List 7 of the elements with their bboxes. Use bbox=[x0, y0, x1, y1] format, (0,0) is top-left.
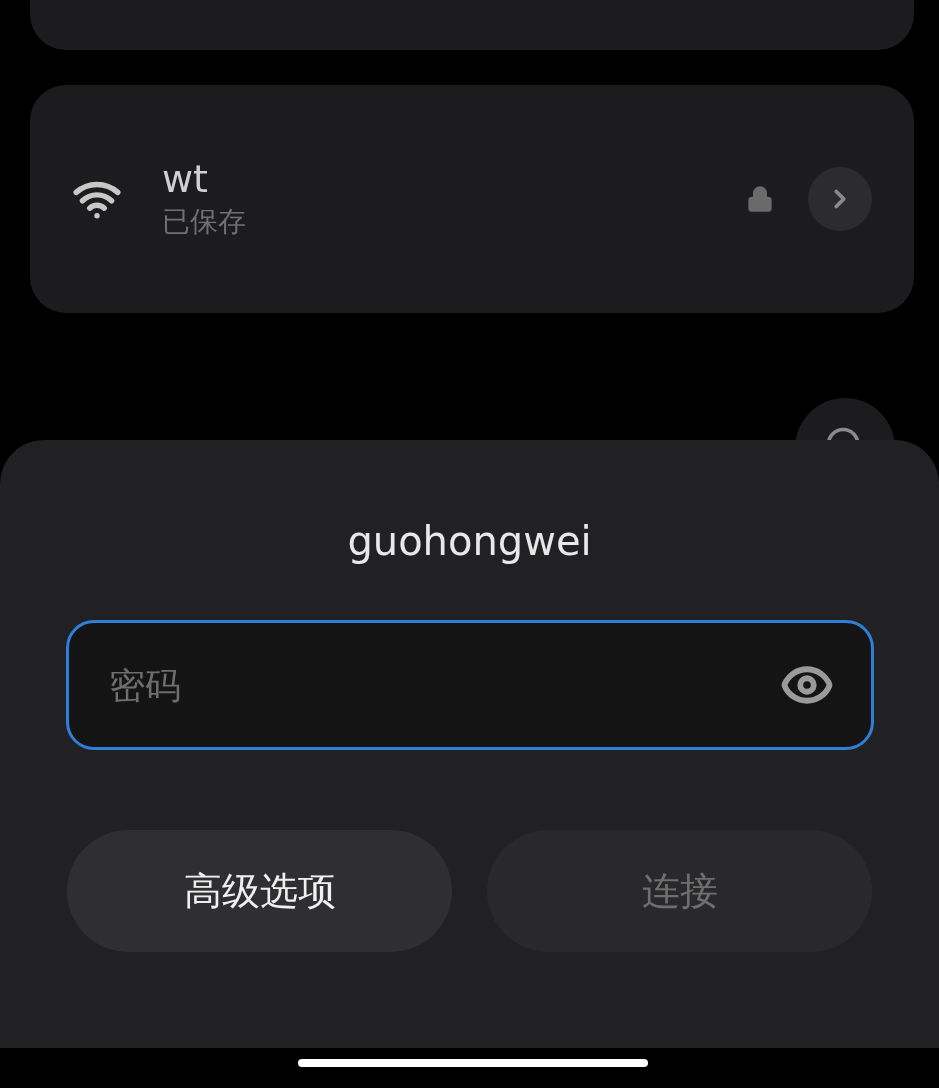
network-card[interactable]: wt 已保存 bbox=[30, 85, 914, 313]
network-status: 已保存 bbox=[162, 204, 247, 240]
dialog-button[interactable]: 高级选项 bbox=[67, 830, 452, 952]
lock-icon bbox=[746, 185, 774, 213]
password-field[interactable]: 密码 bbox=[65, 620, 874, 750]
dialog-title: guohongwei bbox=[347, 517, 592, 566]
network-name: wt bbox=[162, 156, 209, 202]
